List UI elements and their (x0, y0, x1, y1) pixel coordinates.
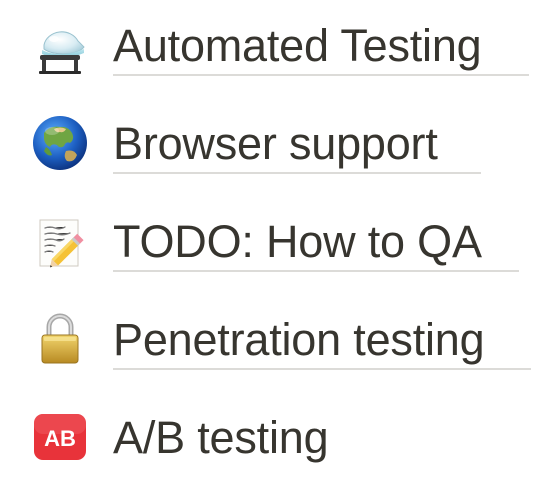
page-link-todo-how-to-qa[interactable]: TODO: How to QA (0, 196, 545, 294)
globe-icon (30, 113, 90, 173)
page-link-penetration-testing[interactable]: Penetration testing (0, 294, 545, 392)
page-list: Automated Testing Browser support TODO: … (0, 0, 545, 467)
link-underline (113, 172, 481, 174)
page-link-label: Penetration testing (113, 314, 485, 365)
link-underline (113, 74, 529, 76)
page-link-label: Browser support (113, 118, 438, 169)
ab-icon-text: AB (44, 426, 76, 451)
page-link-automated-testing[interactable]: Automated Testing (0, 0, 545, 98)
link-underline (113, 368, 531, 370)
page-link-label: Automated Testing (113, 20, 482, 71)
page-link-label: A/B testing (113, 412, 329, 463)
flask-icon (30, 17, 90, 77)
link-underline (113, 270, 519, 272)
page-link-browser-support[interactable]: Browser support (0, 98, 545, 196)
page-link-ab-testing[interactable]: AB A/B testing (0, 392, 545, 490)
memo-pencil-icon (30, 212, 90, 272)
lock-icon (30, 308, 90, 368)
page-link-label: TODO: How to QA (113, 216, 482, 267)
ab-button-icon: AB (30, 407, 90, 467)
